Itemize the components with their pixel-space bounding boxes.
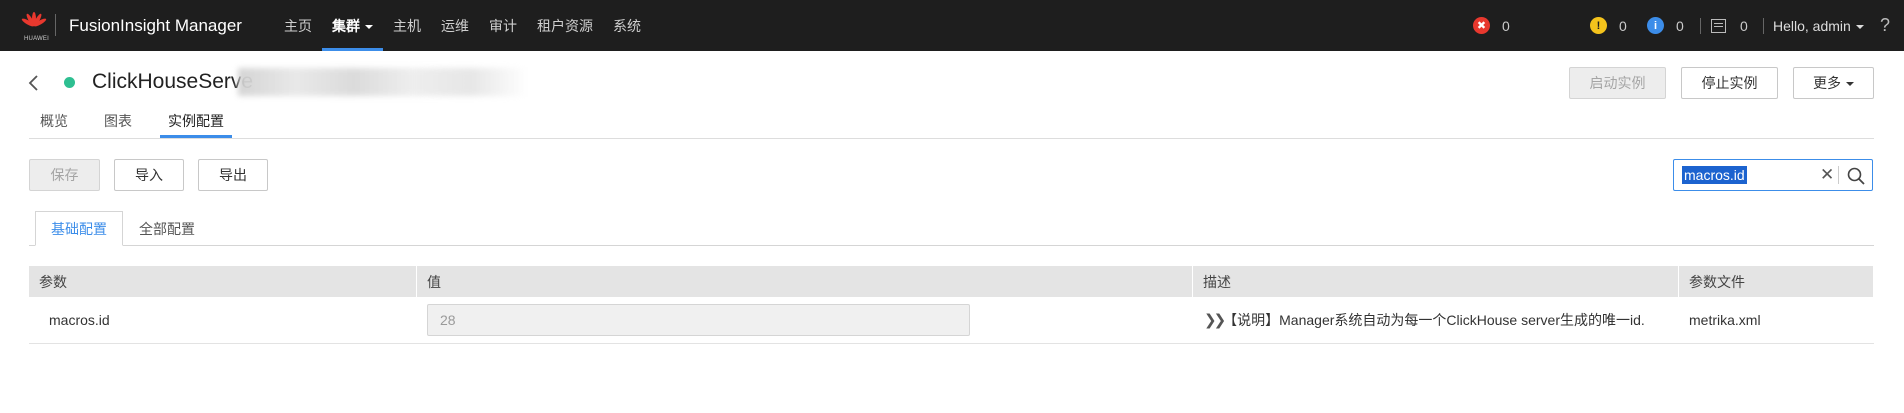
nav-label: 集群 (332, 17, 360, 34)
param-name: macros.id (49, 312, 110, 328)
back-icon[interactable] (27, 74, 41, 92)
divider (29, 138, 1874, 139)
description-cell: ❯❯ 【说明】Manager系统自动为每一个ClickHouse server生… (1193, 297, 1679, 343)
export-button[interactable]: 导出 (198, 159, 268, 191)
column-header: 参数 (29, 266, 417, 297)
user-menu[interactable]: Hello, admin (1773, 0, 1864, 51)
info-alarm-count: 0 (1676, 17, 1684, 34)
redacted-mask (238, 68, 528, 96)
nav-label: 审计 (489, 17, 517, 34)
toolbar-divider (1763, 18, 1764, 34)
instance-tabs: 概览 图表 实例配置 (29, 106, 235, 138)
help-icon[interactable]: ? (1880, 16, 1894, 34)
main-nav: 主页 集群 主机 运维 审计 租户资源 系统 (274, 0, 651, 51)
stop-instance-button[interactable]: 停止实例 (1681, 67, 1778, 99)
column-header: 描述 (1193, 266, 1679, 297)
instance-name: ClickHouseServe (92, 70, 254, 93)
nav-label: 运维 (441, 17, 469, 34)
search-value: macros.id (1682, 166, 1747, 184)
critical-alarm-count: 0 (1502, 17, 1510, 34)
logo-divider (55, 14, 56, 36)
start-instance-button[interactable]: 启动实例 (1569, 67, 1666, 99)
tab-instance-config[interactable]: 实例配置 (157, 106, 235, 138)
nav-item-hosts[interactable]: 主机 (383, 0, 431, 51)
param-description: 【说明】Manager系统自动为每一个ClickHouse server生成的唯… (1223, 312, 1645, 328)
tasks[interactable]: 0 (1711, 0, 1748, 51)
task-count: 0 (1740, 17, 1748, 34)
double-chevron-right-icon[interactable]: ❯❯ (1204, 311, 1226, 329)
chevron-down-icon (1855, 24, 1864, 29)
value-field[interactable]: 28 (427, 304, 970, 336)
toolbar-divider (1700, 18, 1701, 34)
nav-label: 主页 (284, 17, 312, 34)
tab-overview[interactable]: 概览 (29, 106, 79, 138)
info-alarm[interactable]: i 0 (1647, 0, 1684, 51)
search-icon[interactable] (1846, 166, 1866, 186)
nav-item-tenant[interactable]: 租户资源 (527, 0, 603, 51)
nav-item-om[interactable]: 运维 (431, 0, 479, 51)
warning-icon: ! (1590, 17, 1607, 34)
more-label: 更多 (1813, 75, 1841, 91)
tab-charts[interactable]: 图表 (93, 106, 143, 138)
table-header: 参数 值 描述 参数文件 (29, 266, 1874, 297)
nav-item-home[interactable]: 主页 (274, 0, 322, 51)
column-header: 值 (417, 266, 1193, 297)
column-header: 参数文件 (1679, 266, 1874, 297)
critical-alarm[interactable]: ✖ 0 (1473, 0, 1510, 51)
value-cell: 28 (417, 297, 1193, 343)
task-list-icon (1711, 18, 1726, 33)
config-table: 参数 值 描述 参数文件 macros.id 28 ❯❯ 【说明】Manager… (29, 266, 1874, 344)
user-greeting: Hello, admin (1773, 17, 1851, 34)
config-tabs: 基础配置 全部配置 (35, 211, 211, 246)
import-button[interactable]: 导入 (114, 159, 184, 191)
top-navbar: HUAWEI FusionInsight Manager 主页 集群 主机 运维… (0, 0, 1904, 51)
major-alarm[interactable]: ! 0 (1590, 0, 1627, 51)
table-row: macros.id 28 ❯❯ 【说明】Manager系统自动为每一个Click… (29, 297, 1874, 344)
status-dot (64, 77, 75, 88)
nav-label: 租户资源 (537, 17, 593, 34)
param-file: metrika.xml (1689, 312, 1761, 328)
search-divider (1838, 166, 1839, 184)
divider (29, 245, 1874, 246)
chevron-down-icon (365, 24, 373, 29)
nav-label: 系统 (613, 17, 641, 34)
nav-label: 主机 (393, 17, 421, 34)
save-button[interactable]: 保存 (29, 159, 100, 191)
tab-all-config[interactable]: 全部配置 (123, 211, 211, 246)
major-alarm-count: 0 (1619, 17, 1627, 34)
chevron-down-icon (1846, 82, 1854, 86)
critical-alarm-icon: ✖ (1473, 17, 1490, 34)
search-input[interactable]: macros.id ✕ (1673, 159, 1873, 191)
nav-item-audit[interactable]: 审计 (479, 0, 527, 51)
tab-basic-config[interactable]: 基础配置 (35, 211, 123, 246)
app-title: FusionInsight Manager (69, 16, 242, 35)
nav-item-system[interactable]: 系统 (603, 0, 651, 51)
more-button[interactable]: 更多 (1793, 67, 1874, 99)
close-icon[interactable]: ✕ (1820, 165, 1834, 185)
nav-item-cluster[interactable]: 集群 (322, 0, 383, 51)
logo-text: HUAWEI (24, 36, 49, 42)
info-icon: i (1647, 17, 1664, 34)
